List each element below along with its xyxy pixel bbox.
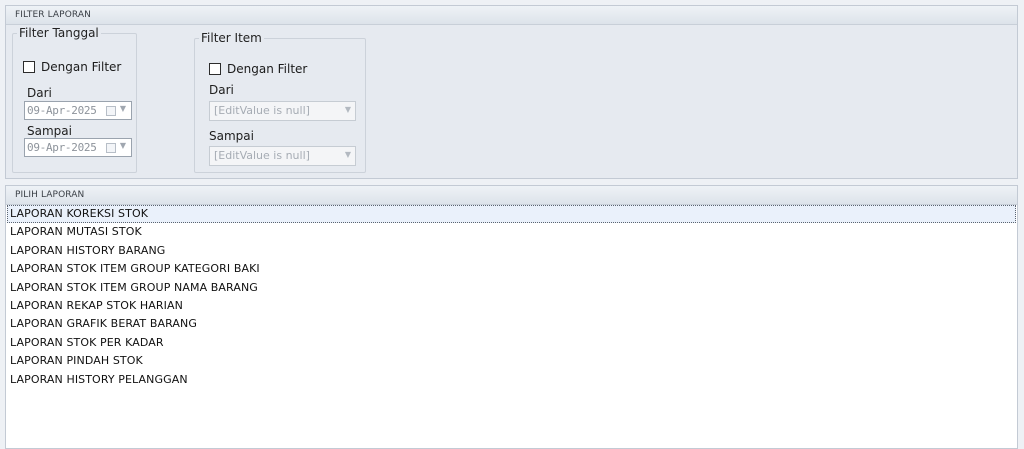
item-sampai-label: Sampai <box>209 129 254 143</box>
report-list-item[interactable]: LAPORAN HISTORY BARANG <box>7 242 1016 260</box>
filter-laporan-panel: FILTER LAPORAN Filter Tanggal Dengan Fil… <box>5 5 1018 179</box>
report-list-item[interactable]: LAPORAN HISTORY PELANGGAN <box>7 371 1016 389</box>
checkbox-box-icon[interactable] <box>209 63 221 75</box>
calendar-icon[interactable] <box>106 106 116 116</box>
checkbox-box-icon[interactable] <box>23 61 35 73</box>
report-list-item[interactable]: LAPORAN STOK ITEM GROUP KATEGORI BAKI <box>7 260 1016 278</box>
dropdown-arrow-icon[interactable]: ▼ <box>120 104 126 113</box>
item-dengan-filter-checkbox[interactable]: Dengan Filter <box>209 62 307 76</box>
report-list-item[interactable]: LAPORAN KOREKSI STOK <box>7 205 1016 224</box>
report-list[interactable]: LAPORAN KOREKSI STOK LAPORAN MUTASI STOK… <box>7 205 1016 389</box>
tanggal-dengan-filter-label: Dengan Filter <box>41 60 122 74</box>
tanggal-dari-date-edit[interactable]: 09-Apr-2025 ▼ <box>24 101 132 120</box>
tanggal-dengan-filter-checkbox[interactable]: Dengan Filter <box>23 60 121 74</box>
item-sampai-combo[interactable]: [EditValue is null] ▼ <box>209 146 356 166</box>
tanggal-dari-label: Dari <box>27 86 52 100</box>
pilih-laporan-panel: PILIH LAPORAN LAPORAN KOREKSI STOK LAPOR… <box>5 185 1018 449</box>
item-dengan-filter-label: Dengan Filter <box>227 62 308 76</box>
filter-tanggal-group: Filter Tanggal Dengan Filter Dari 09-Apr… <box>12 26 137 173</box>
tanggal-dari-value: 09-Apr-2025 <box>27 104 97 117</box>
dropdown-arrow-icon[interactable]: ▼ <box>345 105 351 114</box>
item-dari-combo[interactable]: [EditValue is null] ▼ <box>209 101 356 121</box>
tanggal-sampai-date-edit[interactable]: 09-Apr-2025 ▼ <box>24 138 132 157</box>
item-dari-value: [EditValue is null] <box>214 104 310 117</box>
report-list-item[interactable]: LAPORAN STOK PER KADAR <box>7 334 1016 352</box>
report-list-item[interactable]: LAPORAN GRAFIK BERAT BARANG <box>7 315 1016 333</box>
calendar-icon[interactable] <box>106 143 116 153</box>
item-sampai-value: [EditValue is null] <box>214 149 310 162</box>
report-list-item[interactable]: LAPORAN REKAP STOK HARIAN <box>7 297 1016 315</box>
report-list-item[interactable]: LAPORAN PINDAH STOK <box>7 352 1016 370</box>
report-list-item[interactable]: LAPORAN MUTASI STOK <box>7 223 1016 241</box>
report-list-item[interactable]: LAPORAN STOK ITEM GROUP NAMA BARANG <box>7 279 1016 297</box>
dropdown-arrow-icon[interactable]: ▼ <box>345 150 351 159</box>
tanggal-sampai-value: 09-Apr-2025 <box>27 141 97 154</box>
filter-item-group: Filter Item Dengan Filter Dari [EditValu… <box>194 31 366 173</box>
dropdown-arrow-icon[interactable]: ▼ <box>120 141 126 150</box>
item-dari-label: Dari <box>209 83 234 97</box>
filter-laporan-title: FILTER LAPORAN <box>6 6 1017 25</box>
pilih-laporan-title: PILIH LAPORAN <box>6 186 1017 205</box>
filter-tanggal-legend: Filter Tanggal <box>19 26 99 40</box>
tanggal-sampai-label: Sampai <box>27 124 72 138</box>
filter-item-legend: Filter Item <box>201 31 262 45</box>
